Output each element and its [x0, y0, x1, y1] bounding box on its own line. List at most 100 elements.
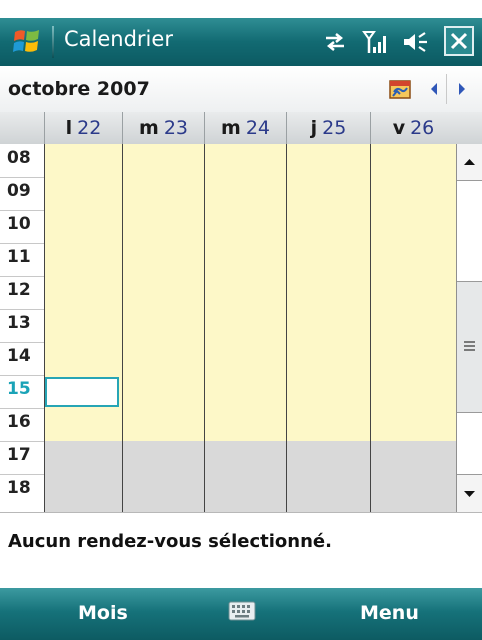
off-hour-slot[interactable]: [205, 441, 286, 474]
today-calendar-icon[interactable]: [388, 78, 412, 100]
work-hour-slot[interactable]: [287, 375, 370, 408]
hour-label: 12: [7, 280, 31, 300]
column-separator: [204, 144, 205, 512]
day-number: 22: [77, 117, 102, 139]
softkey-left-mois[interactable]: Mois: [78, 602, 128, 624]
work-hour-slot[interactable]: [123, 408, 204, 441]
day-column-1[interactable]: [45, 144, 122, 512]
day-column-2[interactable]: [123, 144, 204, 512]
work-hour-slot[interactable]: [371, 243, 456, 276]
off-hour-slot[interactable]: [45, 474, 122, 512]
off-hour-slot[interactable]: [123, 474, 204, 512]
work-hour-slot[interactable]: [287, 210, 370, 243]
work-hour-slot[interactable]: [371, 408, 456, 441]
work-hour-slot[interactable]: [123, 243, 204, 276]
work-hour-slot[interactable]: [123, 210, 204, 243]
work-hour-slot[interactable]: [45, 177, 122, 210]
work-hour-slot[interactable]: [371, 309, 456, 342]
work-hour-slot[interactable]: [45, 342, 122, 375]
work-hour-slot[interactable]: [287, 144, 370, 177]
work-hour-slot[interactable]: [287, 309, 370, 342]
hour-label: 16: [7, 412, 31, 432]
work-hour-slot[interactable]: [371, 144, 456, 177]
softkey-right-menu[interactable]: Menu: [360, 602, 419, 624]
day-column-3[interactable]: [205, 144, 286, 512]
hour-divider: [0, 309, 44, 310]
work-hour-slot[interactable]: [123, 276, 204, 309]
work-hour-slot[interactable]: [371, 276, 456, 309]
day-number: 24: [245, 117, 270, 139]
work-hour-slot[interactable]: [205, 243, 286, 276]
month-label[interactable]: octobre 2007: [8, 78, 150, 100]
off-hour-slot[interactable]: [371, 441, 456, 474]
work-hour-slot[interactable]: [45, 243, 122, 276]
work-hour-slot[interactable]: [205, 309, 286, 342]
off-hour-slot[interactable]: [287, 474, 370, 512]
work-hour-slot[interactable]: [205, 342, 286, 375]
day-header-2[interactable]: m 23: [122, 112, 204, 144]
work-hour-slot[interactable]: [287, 243, 370, 276]
title-separator: [52, 26, 54, 58]
keyboard-icon[interactable]: [228, 600, 256, 622]
day-letter: v: [392, 117, 406, 139]
triangle-left-icon[interactable]: [428, 80, 440, 98]
day-header-3[interactable]: m 24: [204, 112, 286, 144]
work-hour-slot[interactable]: [205, 144, 286, 177]
hour-label: 18: [7, 478, 31, 498]
work-hour-slot[interactable]: [123, 375, 204, 408]
work-hour-slot[interactable]: [205, 177, 286, 210]
no-appointment-text: Aucun rendez-vous sélectionné.: [8, 531, 332, 552]
windows-start-icon[interactable]: [12, 26, 42, 56]
scroll-up-button[interactable]: [457, 144, 482, 181]
work-hour-slot[interactable]: [287, 342, 370, 375]
work-hour-slot[interactable]: [371, 342, 456, 375]
work-hour-slot[interactable]: [205, 210, 286, 243]
day-column-4[interactable]: [287, 144, 370, 512]
work-hour-slot[interactable]: [123, 309, 204, 342]
off-hour-slot[interactable]: [45, 441, 122, 474]
column-separator: [122, 144, 123, 512]
work-hour-slot[interactable]: [205, 408, 286, 441]
triangle-right-icon[interactable]: [456, 80, 468, 98]
off-hour-slot[interactable]: [287, 441, 370, 474]
close-button[interactable]: [444, 26, 474, 56]
connectivity-arrows-icon[interactable]: [322, 31, 348, 53]
column-separator: [370, 144, 371, 512]
speaker-icon[interactable]: [402, 30, 430, 54]
signal-strength-icon[interactable]: [362, 29, 388, 55]
scroll-thumb[interactable]: [457, 281, 482, 413]
work-hour-slot[interactable]: [371, 177, 456, 210]
hour-divider: [0, 177, 44, 178]
scroll-down-button[interactable]: [457, 474, 482, 513]
day-header-5[interactable]: v 26: [370, 112, 456, 144]
close-icon: [450, 32, 468, 50]
work-hour-slot[interactable]: [123, 342, 204, 375]
hour-label: 11: [7, 247, 31, 267]
day-column-5[interactable]: [371, 144, 456, 512]
selected-time-slot[interactable]: [45, 377, 119, 407]
work-hour-slot[interactable]: [287, 276, 370, 309]
work-hour-slot[interactable]: [45, 408, 122, 441]
vertical-scrollbar[interactable]: [456, 144, 482, 513]
hour-divider: [0, 441, 44, 442]
work-hour-slot[interactable]: [371, 210, 456, 243]
work-hour-slot[interactable]: [205, 375, 286, 408]
work-hour-slot[interactable]: [205, 276, 286, 309]
work-hour-slot[interactable]: [45, 309, 122, 342]
column-separator: [286, 144, 287, 512]
off-hour-slot[interactable]: [123, 441, 204, 474]
work-hour-slot[interactable]: [287, 408, 370, 441]
off-hour-slot[interactable]: [371, 474, 456, 512]
off-hour-slot[interactable]: [205, 474, 286, 512]
work-hour-slot[interactable]: [45, 210, 122, 243]
arrow-up-icon: [464, 159, 475, 165]
work-hour-slot[interactable]: [371, 375, 456, 408]
work-hour-slot[interactable]: [287, 177, 370, 210]
day-header-1[interactable]: l 22: [44, 112, 122, 144]
work-hour-slot[interactable]: [45, 144, 122, 177]
hour-divider: [0, 342, 44, 343]
day-header-4[interactable]: j 25: [286, 112, 370, 144]
work-hour-slot[interactable]: [45, 276, 122, 309]
work-hour-slot[interactable]: [123, 177, 204, 210]
work-hour-slot[interactable]: [123, 144, 204, 177]
